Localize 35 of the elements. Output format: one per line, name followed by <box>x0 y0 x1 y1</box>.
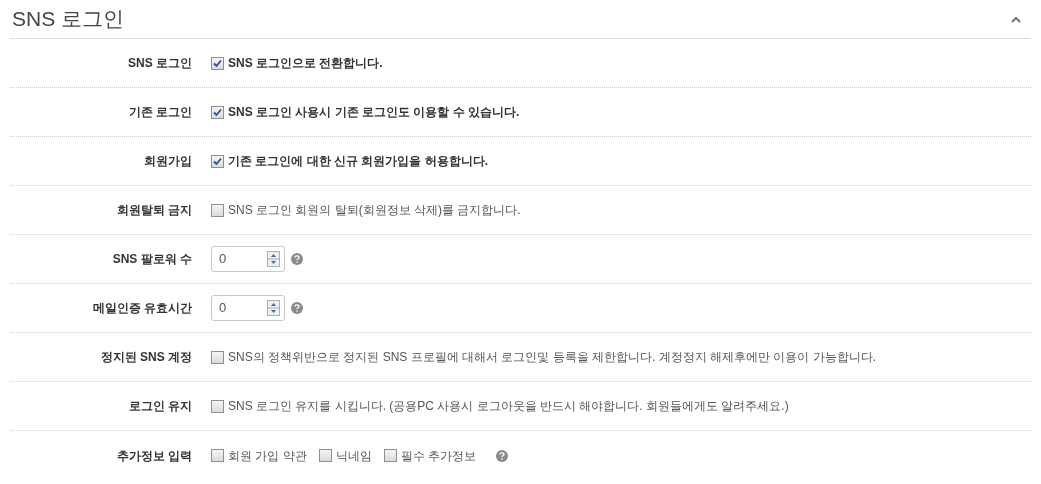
field-label: 기존 로그인 <box>127 104 192 121</box>
field-label: 로그인 유지 <box>127 398 192 415</box>
field-label: 정지된 SNS 계정 <box>99 349 192 366</box>
checkbox[interactable] <box>211 105 224 119</box>
field-label: SNS 로그인 <box>127 55 192 72</box>
field-label: 회원가입 <box>143 153 192 170</box>
help-icon[interactable] <box>291 253 303 265</box>
number-field[interactable]: 0 <box>211 246 285 272</box>
checkbox-option[interactable]: 회원 가입 약관 <box>211 446 307 465</box>
check-icon <box>213 58 222 68</box>
checkbox[interactable] <box>211 154 224 168</box>
checkbox[interactable] <box>211 56 224 70</box>
section-title: SNS 로그인 <box>11 6 124 33</box>
checkbox-option[interactable]: 닉네임 <box>318 446 372 465</box>
checkbox-option[interactable]: 필수 추가정보 <box>383 446 476 465</box>
spinner-icon[interactable] <box>267 300 280 316</box>
option-text: 회원 가입 약관 <box>228 447 307 465</box>
check-icon <box>213 107 222 117</box>
checkbox[interactable] <box>211 449 224 462</box>
option-text: 필수 추가정보 <box>400 447 476 465</box>
field-label: SNS 팔로워 수 <box>111 251 192 268</box>
option-text: 닉네임 <box>335 447 372 465</box>
spinner-icon[interactable] <box>267 251 280 267</box>
checkbox[interactable] <box>211 350 224 364</box>
field-label: 메일인증 유효시간 <box>91 300 192 317</box>
field-label: 추가정보 입력 <box>115 447 192 465</box>
checkbox[interactable] <box>211 399 224 413</box>
check-icon <box>213 156 222 166</box>
checkbox[interactable] <box>383 449 397 462</box>
field-label: 회원탈퇴 금지 <box>115 202 192 219</box>
help-icon[interactable] <box>496 449 508 462</box>
help-icon[interactable] <box>291 302 303 314</box>
checkbox[interactable] <box>211 203 224 217</box>
number-field[interactable]: 0 <box>211 295 285 321</box>
checkbox[interactable] <box>318 449 332 462</box>
